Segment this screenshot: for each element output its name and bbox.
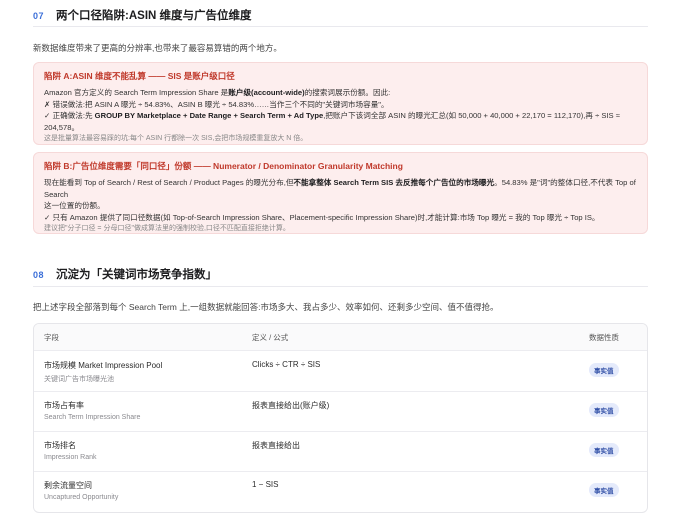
status-badge: 事实值 <box>589 363 619 377</box>
nature-cell: 事实值 <box>589 480 619 498</box>
table-row: 市场排名 Impression Rank 报表直接给出 事实值 <box>34 432 647 472</box>
bold-span: GROUP BY Marketplace + Date Range + Sear… <box>94 111 324 120</box>
field-cell: 市场规模 Market Impression Pool 关键词广告市场曝光池 <box>44 360 162 384</box>
bold-span: 账户级(account-wide) <box>228 88 305 97</box>
field-name: 市场规模 Market Impression Pool <box>44 361 163 370</box>
nature-cell: 事实值 <box>589 440 619 458</box>
field-subtitle: 关键词广告市场曝光池 <box>44 376 114 383</box>
section-number: 08 <box>33 270 45 280</box>
definition-cell: Clicks ÷ CTR ÷ SIS <box>252 360 321 369</box>
text-span: ✓ 正确做法:先 <box>44 111 95 120</box>
status-badge: 事实值 <box>589 483 619 497</box>
header-field: 字段 <box>44 332 59 342</box>
field-name: 剩余流量空间 <box>44 481 92 490</box>
table-row: 剩余流量空间 Uncaptured Opportunity 1 − SIS 事实… <box>34 472 647 512</box>
field-name: 市场占有率 <box>44 401 84 410</box>
field-subtitle: Uncaptured Opportunity <box>44 494 119 501</box>
pitfall-b-note: 建议把"分子口径 = 分母口径"做成算法里的强制校验,口径不匹配直接拒绝计算。 <box>44 225 290 232</box>
status-badge: 事实值 <box>589 403 619 417</box>
section-07-header: 07 两个口径陷阱:ASIN 维度与广告位维度 <box>33 7 252 23</box>
pitfall-b-line-2: 这一位置的份额。 <box>44 201 105 210</box>
table-row: 市场规模 Market Impression Pool 关键词广告市场曝光池 C… <box>34 351 647 392</box>
nature-cell: 事实值 <box>589 400 619 418</box>
field-name: 市场排名 <box>44 441 76 450</box>
pitfall-a-wrong: ✗ 错误做法:把 ASIN A 曝光 ÷ 54.83%、ASIN B 曝光 ÷ … <box>44 99 389 109</box>
table-header: 字段 定义 / 公式 数据性质 <box>34 324 647 351</box>
pitfall-a-title: 陷阱 A:ASIN 维度不能乱算 —— SIS 是账户级口径 <box>44 71 235 81</box>
status-badge: 事实值 <box>589 443 619 457</box>
table-row: 市场占有率 Search Term Impression Share 报表直接给… <box>34 392 647 432</box>
field-subtitle: Search Term Impression Share <box>44 414 141 421</box>
definition-cell: 1 − SIS <box>252 480 279 489</box>
definition-cell: 报表直接给出 <box>252 441 300 450</box>
section-title: 沉淀为「关键词市场竞争指数」 <box>56 269 218 281</box>
pitfall-b-line-1: 现在能看到 Top of Search / Rest of Search / P… <box>44 177 637 200</box>
text-span: 的搜索词展示份额。因此: <box>304 88 391 97</box>
pitfall-b-callout: 陷阱 B:广告位维度需要「同口径」份额 —— Numerator / Denom… <box>33 152 648 234</box>
pitfall-a-callout: 陷阱 A:ASIN 维度不能乱算 —— SIS 是账户级口径 Amazon 官方… <box>33 62 648 145</box>
section-08-header: 08 沉淀为「关键词市场竞争指数」 <box>33 266 217 282</box>
field-cell: 市场占有率 Search Term Impression Share <box>44 400 140 421</box>
pitfall-b-title: 陷阱 B:广告位维度需要「同口径」份额 —— Numerator / Denom… <box>44 161 403 171</box>
pitfall-a-line-1: Amazon 官方定义的 Search Term Impression Shar… <box>44 87 637 99</box>
field-cell: 市场排名 Impression Rank <box>44 440 97 461</box>
section-intro: 新数据维度带来了更高的分辨率,也带来了最容易算错的两个地方。 <box>33 43 282 53</box>
nature-cell: 事实值 <box>589 360 619 378</box>
metrics-table: 字段 定义 / 公式 数据性质 市场规模 Market Impression P… <box>33 323 648 513</box>
pitfall-b-right: ✓ 只有 Amazon 提供了同口径数据(如 Top-of-Search Imp… <box>44 212 600 222</box>
definition-cell: 报表直接给出(账户级) <box>252 401 330 410</box>
pitfall-a-right: ✓ 正确做法:先 GROUP BY Marketplace + Date Ran… <box>44 110 637 133</box>
section-intro: 把上述字段全部落到每个 Search Term 上,一组数据就能回答:市场多大、… <box>33 302 499 312</box>
header-nature: 数据性质 <box>589 332 619 342</box>
field-subtitle: Impression Rank <box>44 454 97 461</box>
field-cell: 剩余流量空间 Uncaptured Opportunity <box>44 480 118 501</box>
text-span: Amazon 官方定义的 Search Term Impression Shar… <box>44 88 229 97</box>
text-span: 现在能看到 Top of Search / Rest of Search / P… <box>44 178 294 187</box>
section-divider <box>33 26 648 27</box>
section-number: 07 <box>33 11 45 21</box>
header-definition: 定义 / 公式 <box>252 332 289 342</box>
bold-span: 不能拿整体 Search Term SIS 去反推每个广告位的市场曝光 <box>293 178 495 187</box>
section-divider <box>33 286 648 287</box>
section-title: 两个口径陷阱:ASIN 维度与广告位维度 <box>56 10 252 22</box>
pitfall-a-note: 这是批量算法最容易踩的坑:每个 ASIN 行都除一次 SIS,会把市场规模重复放… <box>44 135 308 142</box>
